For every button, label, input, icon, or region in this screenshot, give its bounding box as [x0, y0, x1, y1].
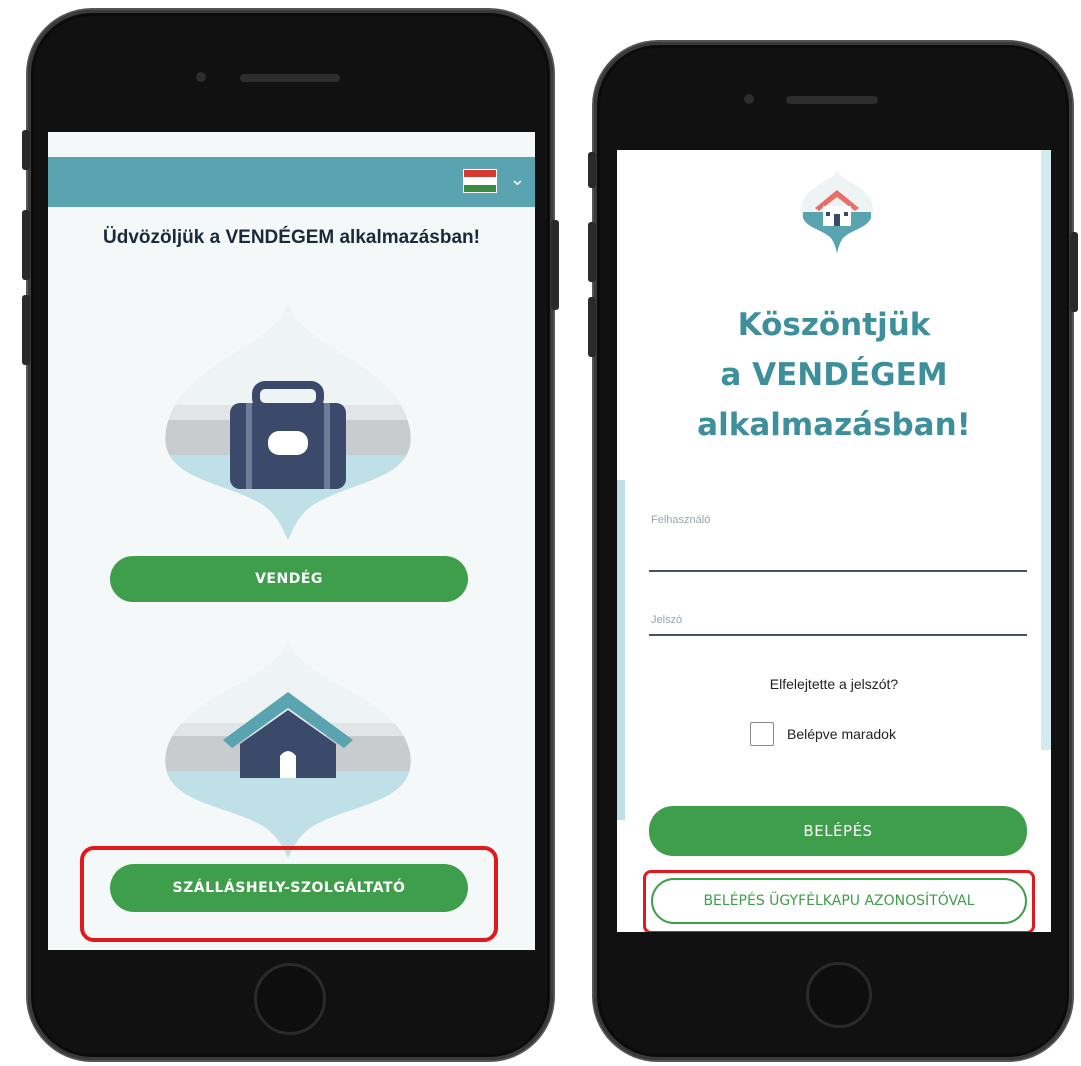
accommodation-provider-button[interactable]: SZÁLLÁSHELY-SZOLGÁLTATÓ: [110, 864, 468, 912]
power-button: [551, 220, 559, 310]
house-logo-icon: [800, 170, 874, 254]
password-field[interactable]: Jelszó: [649, 590, 1027, 636]
guest-button[interactable]: VENDÉG: [110, 556, 468, 602]
mute-switch: [22, 130, 30, 170]
password-placeholder: Jelszó: [651, 614, 683, 626]
phone-left: ⌄ Üdvözöljük a VENDÉGEM alkalmazásban! V: [22, 10, 559, 1060]
volume-up-button: [22, 210, 30, 280]
client-gate-login-button[interactable]: BELÉPÉS ÜGYFÉLKAPU AZONOSÍTÓVAL: [651, 878, 1027, 924]
front-camera: [744, 94, 754, 104]
title-line-1: Köszöntjük: [737, 307, 931, 343]
top-bar: ⌄: [48, 157, 535, 207]
volume-up-button: [588, 222, 596, 282]
username-field[interactable]: Felhasználó: [649, 500, 1027, 572]
hungarian-flag-icon[interactable]: [463, 169, 497, 193]
stay-logged-in-checkbox[interactable]: [750, 722, 774, 746]
speaker-grille: [240, 74, 340, 82]
speaker-grille: [786, 96, 878, 104]
decor-right-strip: [1041, 150, 1051, 750]
suitcase-illustration: [165, 300, 411, 540]
volume-down-button: [22, 295, 30, 365]
welcome-screen: ⌄ Üdvözöljük a VENDÉGEM alkalmazásban! V: [48, 132, 535, 950]
power-button: [1070, 232, 1078, 312]
decor-left-strip: [617, 480, 625, 820]
title-line-3: alkalmazásban!: [697, 407, 971, 443]
house-illustration: [165, 638, 411, 858]
home-button[interactable]: [254, 963, 326, 1035]
welcome-heading: Üdvözöljük a VENDÉGEM alkalmazásban!: [103, 227, 480, 248]
stay-logged-in-label: Belépve maradok: [787, 726, 896, 742]
login-button[interactable]: BELÉPÉS: [649, 806, 1027, 856]
home-button[interactable]: [806, 962, 872, 1028]
front-camera: [196, 72, 206, 82]
mute-switch: [588, 152, 596, 188]
title-line-2: a VENDÉGEM: [720, 357, 948, 393]
chevron-down-icon[interactable]: ⌄: [510, 169, 525, 191]
volume-down-button: [588, 297, 596, 357]
forgot-password-link[interactable]: Elfelejtette a jelszót?: [617, 676, 1051, 692]
login-screen: Köszöntjük a VENDÉGEM alkalmazásban! Fel…: [617, 150, 1051, 932]
username-placeholder: Felhasználó: [651, 514, 711, 526]
phone-right: Köszöntjük a VENDÉGEM alkalmazásban! Fel…: [588, 42, 1078, 1060]
